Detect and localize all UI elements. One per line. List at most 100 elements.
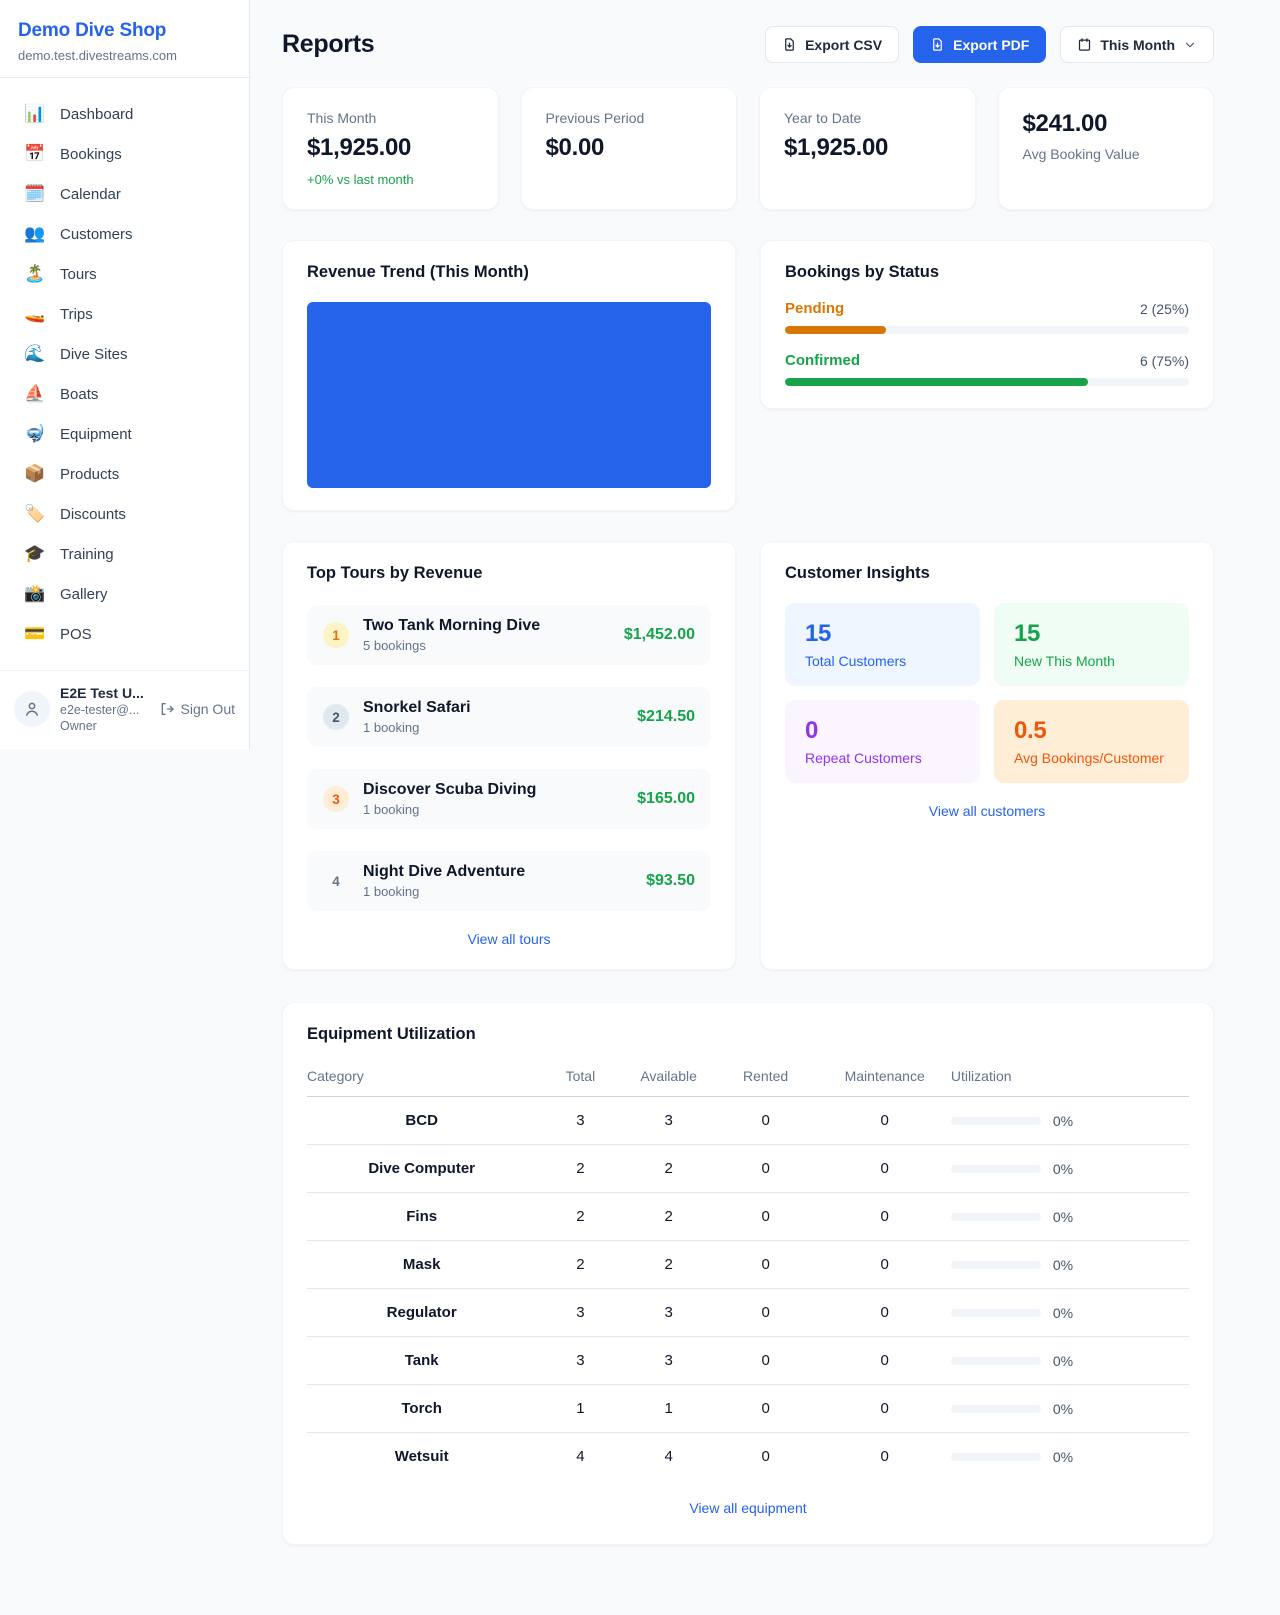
utilization-bar bbox=[951, 1261, 1041, 1269]
sidebar-item-tours[interactable]: 🏝️ Tours bbox=[14, 254, 239, 294]
tour-revenue: $1,452.00 bbox=[624, 626, 695, 644]
equipment-total: 3 bbox=[536, 1337, 624, 1385]
insight-tiles: 15 Total Customers 15 New This Month 0 R… bbox=[785, 603, 1189, 783]
stat-label: This Month bbox=[307, 110, 474, 126]
graduation-cap-icon: 🎓 bbox=[24, 544, 46, 564]
progress-track bbox=[785, 326, 1189, 334]
utilization-percent: 0% bbox=[1053, 1209, 1073, 1225]
equipment-rented: 0 bbox=[713, 1337, 819, 1385]
table-header-row: Category Total Available Rented Maintena… bbox=[307, 1058, 1189, 1097]
sidebar-item-trips[interactable]: 🚤 Trips bbox=[14, 294, 239, 334]
column-header-available: Available bbox=[625, 1058, 713, 1097]
sidebar-item-label: Discounts bbox=[60, 506, 126, 523]
tile-label: Repeat Customers bbox=[805, 750, 960, 766]
sidebar-item-label: Products bbox=[60, 466, 119, 483]
export-pdf-button[interactable]: Export PDF bbox=[913, 26, 1046, 63]
revenue-trend-card: Revenue Trend (This Month) bbox=[282, 240, 736, 511]
utilization-percent: 0% bbox=[1053, 1305, 1073, 1321]
equipment-available: 3 bbox=[625, 1097, 713, 1145]
sidebar-item-equipment[interactable]: 🤿 Equipment bbox=[14, 414, 239, 454]
export-csv-label: Export CSV bbox=[805, 37, 882, 53]
tour-name: Two Tank Morning Dive bbox=[363, 617, 610, 635]
tour-name: Night Dive Adventure bbox=[363, 863, 632, 881]
sidebar-item-label: POS bbox=[60, 626, 92, 643]
export-csv-button[interactable]: Export CSV bbox=[765, 26, 899, 63]
sidebar-item-label: Gallery bbox=[60, 586, 108, 603]
equipment-total: 2 bbox=[536, 1193, 624, 1241]
equipment-available: 3 bbox=[625, 1337, 713, 1385]
sidebar-item-label: Tours bbox=[60, 266, 97, 283]
equipment-available: 1 bbox=[625, 1385, 713, 1433]
stat-card-avg-booking-value: $241.00 Avg Booking Value bbox=[998, 87, 1215, 210]
equipment-category: Tank bbox=[307, 1337, 536, 1385]
utilization-percent: 0% bbox=[1053, 1113, 1073, 1129]
sidebar-item-products[interactable]: 📦 Products bbox=[14, 454, 239, 494]
page-header: Reports Export CSV Export PDF bbox=[282, 26, 1214, 63]
utilization-percent: 0% bbox=[1053, 1449, 1073, 1465]
revenue-trend-chart bbox=[307, 302, 711, 488]
sidebar-item-gallery[interactable]: 📸 Gallery bbox=[14, 574, 239, 614]
column-header-total: Total bbox=[536, 1058, 624, 1097]
progress-fill-pending bbox=[785, 326, 886, 334]
stat-value: $1,925.00 bbox=[784, 134, 951, 162]
equipment-rented: 0 bbox=[713, 1289, 819, 1337]
tour-row: 4 Night Dive Adventure 1 booking $93.50 bbox=[307, 851, 711, 911]
tile-label: Total Customers bbox=[805, 653, 960, 669]
table-row: Tank 3 3 0 0 0% bbox=[307, 1337, 1189, 1385]
table-row: Dive Computer 2 2 0 0 0% bbox=[307, 1145, 1189, 1193]
equipment-total: 3 bbox=[536, 1289, 624, 1337]
sign-out-button[interactable]: Sign Out bbox=[159, 701, 235, 717]
sidebar-item-pos[interactable]: 💳 POS bbox=[14, 614, 239, 654]
revenue-trend-title: Revenue Trend (This Month) bbox=[307, 263, 711, 282]
calendar-icon bbox=[1077, 37, 1092, 52]
utilization-bar bbox=[951, 1117, 1041, 1125]
table-row: Torch 1 1 0 0 0% bbox=[307, 1385, 1189, 1433]
sidebar-item-dive-sites[interactable]: 🌊 Dive Sites bbox=[14, 334, 239, 374]
period-selector[interactable]: This Month bbox=[1060, 26, 1214, 63]
calendar-date-icon: 📅 bbox=[24, 144, 46, 164]
top-tours-card: Top Tours by Revenue 1 Two Tank Morning … bbox=[282, 541, 736, 970]
people-icon: 👥 bbox=[24, 224, 46, 244]
sidebar-item-training[interactable]: 🎓 Training bbox=[14, 534, 239, 574]
view-all-customers-link[interactable]: View all customers bbox=[785, 803, 1189, 819]
export-pdf-label: Export PDF bbox=[953, 37, 1029, 53]
sidebar-item-boats[interactable]: ⛵ Boats bbox=[14, 374, 239, 414]
table-row: Mask 2 2 0 0 0% bbox=[307, 1241, 1189, 1289]
equipment-utilization-card: Equipment Utilization Category Total Ava… bbox=[282, 1002, 1214, 1545]
equipment-category: Regulator bbox=[307, 1289, 536, 1337]
tile-label: Avg Bookings/Customer bbox=[1014, 750, 1169, 766]
equipment-available: 2 bbox=[625, 1145, 713, 1193]
column-header-maintenance: Maintenance bbox=[819, 1058, 951, 1097]
header-actions: Export CSV Export PDF This Month bbox=[765, 26, 1214, 63]
sidebar-item-dashboard[interactable]: 📊 Dashboard bbox=[14, 94, 239, 134]
person-icon bbox=[23, 700, 41, 718]
view-all-equipment-link[interactable]: View all equipment bbox=[307, 1500, 1189, 1516]
sidebar-item-label: Boats bbox=[60, 386, 98, 403]
status-row-confirmed: Confirmed 6 (75%) bbox=[785, 352, 1189, 386]
equipment-maintenance: 0 bbox=[819, 1385, 951, 1433]
equipment-maintenance: 0 bbox=[819, 1145, 951, 1193]
sidebar-item-discounts[interactable]: 🏷️ Discounts bbox=[14, 494, 239, 534]
sidebar-item-label: Dive Sites bbox=[60, 346, 128, 363]
equipment-total: 2 bbox=[536, 1145, 624, 1193]
sidebar: Demo Dive Shop demo.test.divestreams.com… bbox=[0, 0, 250, 749]
equipment-category: Mask bbox=[307, 1241, 536, 1289]
rank-badge: 2 bbox=[323, 704, 349, 730]
rank-badge: 3 bbox=[323, 786, 349, 812]
tile-new-this-month: 15 New This Month bbox=[994, 603, 1189, 686]
sidebar-item-customers[interactable]: 👥 Customers bbox=[14, 214, 239, 254]
sidebar-item-calendar[interactable]: 🗓️ Calendar bbox=[14, 174, 239, 214]
equipment-maintenance: 0 bbox=[819, 1433, 951, 1481]
tile-value: 0.5 bbox=[1014, 717, 1169, 745]
shop-domain: demo.test.divestreams.com bbox=[18, 48, 231, 63]
view-all-tours-link[interactable]: View all tours bbox=[307, 931, 711, 947]
tile-repeat-customers: 0 Repeat Customers bbox=[785, 700, 980, 783]
stat-value: $241.00 bbox=[1023, 110, 1190, 138]
equipment-available: 2 bbox=[625, 1193, 713, 1241]
user-name: E2E Test U... bbox=[60, 685, 149, 701]
sidebar-item-bookings[interactable]: 📅 Bookings bbox=[14, 134, 239, 174]
customer-insights-title: Customer Insights bbox=[785, 564, 1189, 583]
stat-delta: +0% vs last month bbox=[307, 172, 474, 187]
tour-row: 1 Two Tank Morning Dive 5 bookings $1,45… bbox=[307, 605, 711, 665]
charts-row: Revenue Trend (This Month) Bookings by S… bbox=[282, 240, 1214, 511]
